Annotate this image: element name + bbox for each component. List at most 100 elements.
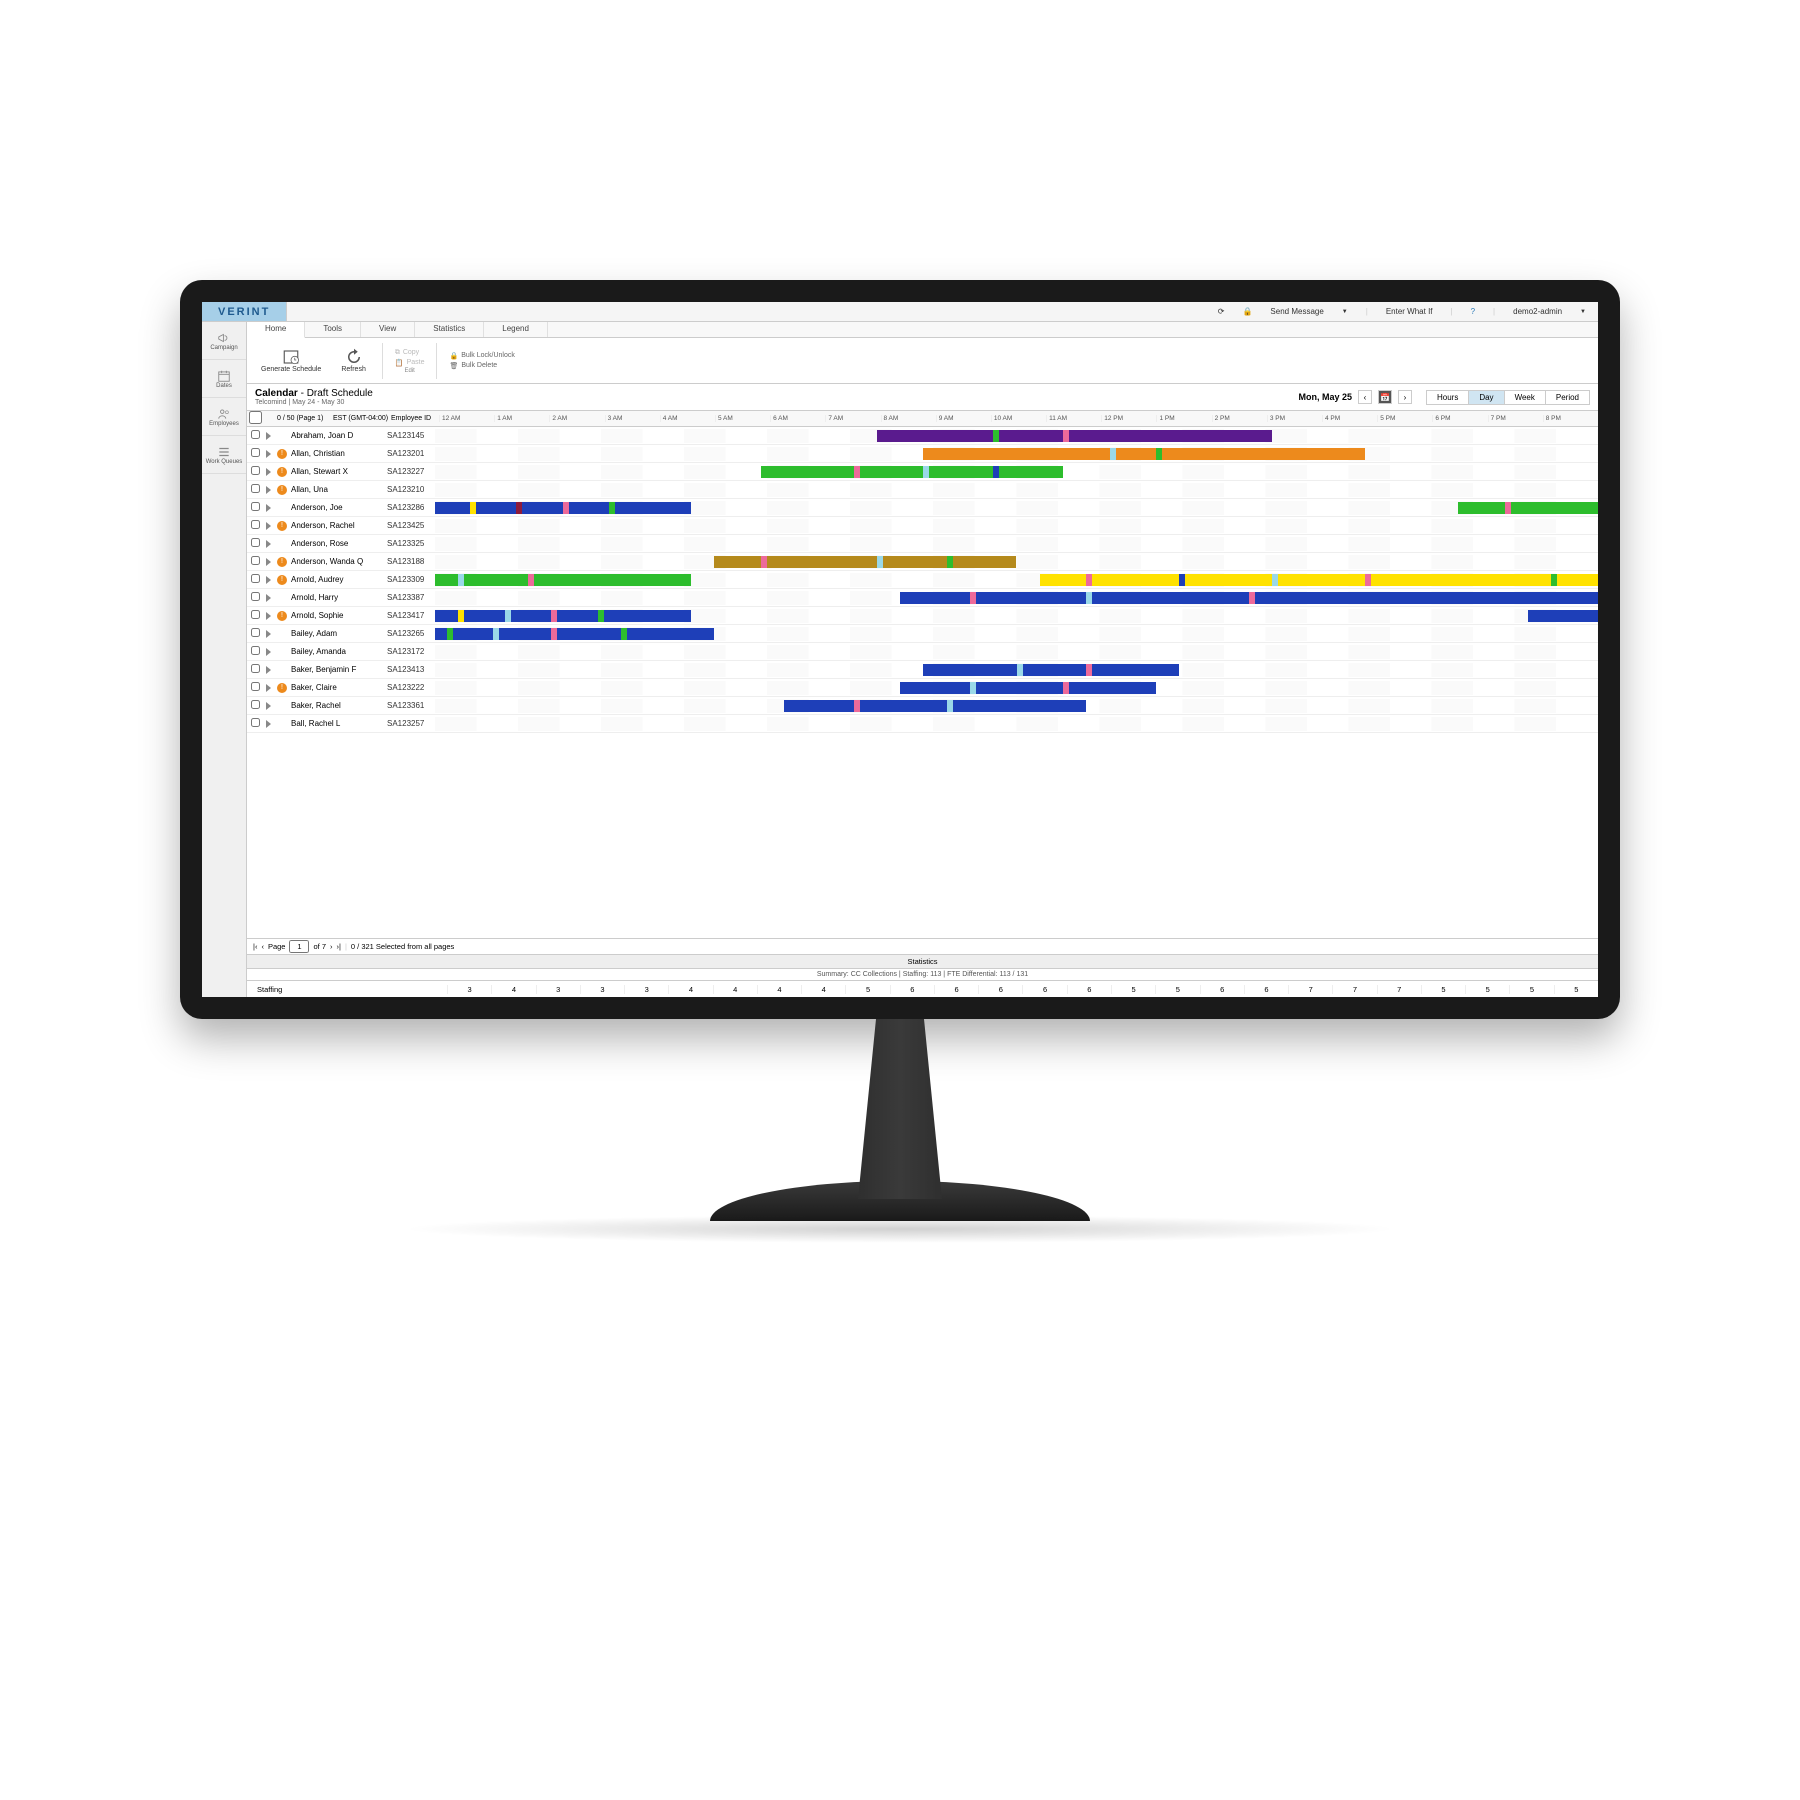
expand-icon[interactable] — [266, 576, 271, 584]
prev-day-button[interactable]: ‹ — [1358, 390, 1372, 404]
row-checkbox[interactable] — [251, 574, 260, 583]
view-period[interactable]: Period — [1546, 391, 1589, 404]
select-all-checkbox[interactable] — [249, 411, 262, 424]
schedule-timeline[interactable] — [435, 465, 1598, 479]
nav-employees[interactable]: Employees — [202, 398, 246, 436]
employee-row[interactable]: !Arnold, SophieSA123417 — [247, 607, 1598, 625]
schedule-timeline[interactable] — [435, 429, 1598, 443]
employee-row[interactable]: Abraham, Joan DSA123145 — [247, 427, 1598, 445]
copy-button[interactable]: ⧉Copy — [391, 348, 429, 358]
first-page-button[interactable]: |‹ — [253, 942, 257, 951]
row-checkbox[interactable] — [251, 700, 260, 709]
schedule-timeline[interactable] — [435, 699, 1598, 713]
expand-icon[interactable] — [266, 432, 271, 440]
schedule-timeline[interactable] — [435, 555, 1598, 569]
employee-row[interactable]: !Allan, Stewart XSA123227 — [247, 463, 1598, 481]
expand-icon[interactable] — [266, 594, 271, 602]
employee-row[interactable]: !Baker, ClaireSA123222 — [247, 679, 1598, 697]
expand-icon[interactable] — [266, 720, 271, 728]
paste-button[interactable]: 📋Paste — [391, 358, 429, 368]
employee-row[interactable]: Baker, Benjamin FSA123413 — [247, 661, 1598, 679]
bulk-lock-button[interactable]: 🔒Bulk Lock/Unlock — [445, 351, 518, 361]
page-input[interactable] — [289, 940, 309, 953]
employee-row[interactable]: !Arnold, AudreySA123309 — [247, 571, 1598, 589]
enter-whatif-button[interactable]: Enter What If — [1380, 307, 1439, 316]
row-checkbox[interactable] — [251, 646, 260, 655]
sync-icon[interactable]: ⟳ — [1212, 307, 1231, 316]
expand-icon[interactable] — [266, 540, 271, 548]
employee-row[interactable]: !Allan, UnaSA123210 — [247, 481, 1598, 499]
schedule-timeline[interactable] — [435, 627, 1598, 641]
expand-icon[interactable] — [266, 522, 271, 530]
row-checkbox[interactable] — [251, 448, 260, 457]
row-checkbox[interactable] — [251, 664, 260, 673]
expand-icon[interactable] — [266, 612, 271, 620]
row-checkbox[interactable] — [251, 430, 260, 439]
schedule-timeline[interactable] — [435, 645, 1598, 659]
tab-statistics[interactable]: Statistics — [415, 322, 484, 337]
row-checkbox[interactable] — [251, 718, 260, 727]
expand-icon[interactable] — [266, 702, 271, 710]
view-day[interactable]: Day — [1469, 391, 1504, 404]
expand-icon[interactable] — [266, 666, 271, 674]
nav-dates[interactable]: Dates — [202, 360, 246, 398]
employee-row[interactable]: Ball, Rachel LSA123257 — [247, 715, 1598, 733]
schedule-timeline[interactable] — [435, 717, 1598, 731]
view-hours[interactable]: Hours — [1427, 391, 1469, 404]
row-checkbox[interactable] — [251, 502, 260, 511]
row-checkbox[interactable] — [251, 484, 260, 493]
employee-row[interactable]: Bailey, AdamSA123265 — [247, 625, 1598, 643]
expand-icon[interactable] — [266, 558, 271, 566]
schedule-timeline[interactable] — [435, 681, 1598, 695]
generate-schedule-button[interactable]: Generate Schedule — [253, 346, 329, 375]
employee-row[interactable]: !Anderson, Wanda QSA123188 — [247, 553, 1598, 571]
employee-row[interactable]: Arnold, HarrySA123387 — [247, 589, 1598, 607]
schedule-timeline[interactable] — [435, 591, 1598, 605]
schedule-timeline[interactable] — [435, 663, 1598, 677]
employee-row[interactable]: !Allan, ChristianSA123201 — [247, 445, 1598, 463]
prev-page-button[interactable]: ‹ — [261, 942, 264, 951]
employee-row[interactable]: Baker, RachelSA123361 — [247, 697, 1598, 715]
tab-tools[interactable]: Tools — [305, 322, 361, 337]
employee-row[interactable]: Anderson, RoseSA123325 — [247, 535, 1598, 553]
expand-icon[interactable] — [266, 648, 271, 656]
row-checkbox[interactable] — [251, 628, 260, 637]
employee-row[interactable]: !Anderson, RachelSA123425 — [247, 517, 1598, 535]
row-checkbox[interactable] — [251, 592, 260, 601]
row-checkbox[interactable] — [251, 682, 260, 691]
employee-row[interactable]: Anderson, JoeSA123286 — [247, 499, 1598, 517]
nav-campaign[interactable]: Campaign — [202, 322, 246, 360]
tab-view[interactable]: View — [361, 322, 415, 337]
statistics-bar[interactable]: Statistics — [247, 955, 1598, 969]
schedule-timeline[interactable] — [435, 573, 1598, 587]
user-menu[interactable]: demo2-admin — [1507, 307, 1568, 316]
expand-icon[interactable] — [266, 450, 271, 458]
send-message-menu[interactable]: Send Message — [1264, 307, 1329, 316]
schedule-timeline[interactable] — [435, 447, 1598, 461]
expand-icon[interactable] — [266, 504, 271, 512]
row-checkbox[interactable] — [251, 556, 260, 565]
nav-work-queues[interactable]: Work Queues — [202, 436, 246, 474]
next-page-button[interactable]: › — [330, 942, 333, 951]
schedule-timeline[interactable] — [435, 609, 1598, 623]
last-page-button[interactable]: ›| — [337, 942, 341, 951]
row-checkbox[interactable] — [251, 520, 260, 529]
view-week[interactable]: Week — [1505, 391, 1546, 404]
date-picker-button[interactable]: 📅 — [1378, 390, 1392, 404]
expand-icon[interactable] — [266, 486, 271, 494]
bulk-delete-button[interactable]: 🗑Bulk Delete — [445, 361, 518, 371]
schedule-timeline[interactable] — [435, 483, 1598, 497]
row-checkbox[interactable] — [251, 466, 260, 475]
lock-icon[interactable]: 🔒 — [1236, 307, 1258, 316]
schedule-timeline[interactable] — [435, 501, 1598, 515]
next-day-button[interactable]: › — [1398, 390, 1412, 404]
tab-home[interactable]: Home — [247, 322, 305, 338]
schedule-timeline[interactable] — [435, 519, 1598, 533]
schedule-timeline[interactable] — [435, 537, 1598, 551]
row-checkbox[interactable] — [251, 610, 260, 619]
expand-icon[interactable] — [266, 630, 271, 638]
help-icon[interactable]: ? — [1465, 307, 1481, 316]
expand-icon[interactable] — [266, 468, 271, 476]
refresh-button[interactable]: Refresh — [333, 346, 374, 375]
tab-legend[interactable]: Legend — [484, 322, 548, 337]
